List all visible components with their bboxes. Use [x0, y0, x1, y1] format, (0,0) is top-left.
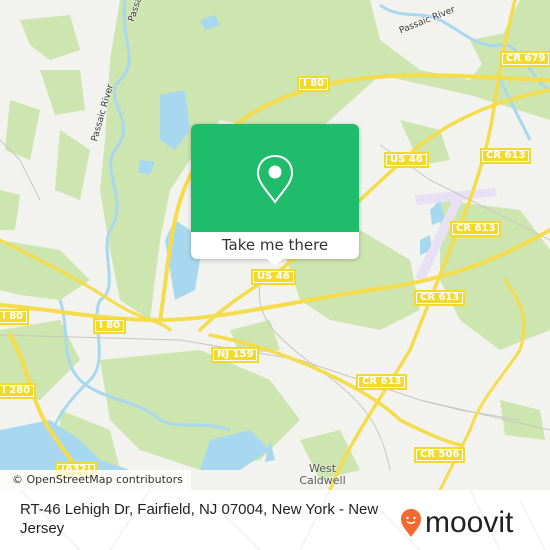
place-label-west-caldwell: West Caldwell [299, 462, 346, 487]
road-label-us46: US 46 [384, 152, 429, 168]
popup-tail [267, 259, 283, 266]
take-me-there-button[interactable]: Take me there [191, 232, 359, 259]
road-label-cr613: CR 613 [480, 148, 532, 164]
road-label-us46: US 46 [251, 269, 296, 285]
road-label-cr679: CR 679 [500, 51, 550, 67]
moovit-wordmark: moovit [425, 506, 514, 539]
road-label-i80: I 80 [297, 76, 331, 92]
moovit-logo[interactable]: moovit [400, 508, 513, 538]
road-label-nj159: NJ 159 [211, 347, 260, 363]
footer: RT-46 Lehigh Dr, Fairfield, NJ 07004, Ne… [0, 490, 550, 550]
popup-header [191, 124, 359, 232]
map-pin-icon [256, 154, 294, 204]
moovit-pin-icon [401, 509, 421, 537]
road-label-cr506: CR 506 [414, 447, 466, 463]
road-label-i280: I 280 [0, 383, 37, 399]
road-label-i80: I 80 [0, 309, 30, 325]
take-me-there-popup[interactable]: Take me there [191, 124, 359, 266]
road-label-cr613: CR 613 [414, 290, 466, 306]
map-attribution[interactable]: © OpenStreetMap contributors [0, 470, 191, 490]
address-text: RT-46 Lehigh Dr, Fairfield, NJ 07004, Ne… [20, 501, 379, 537]
road-label-i80: I 80 [93, 318, 127, 334]
map[interactable]: CR 679 I 80 US 46 CR 613 CR 613 CR 613 C… [0, 0, 550, 490]
road-label-cr613: CR 613 [450, 221, 502, 237]
road-label-cr613: CR 613 [356, 374, 408, 390]
